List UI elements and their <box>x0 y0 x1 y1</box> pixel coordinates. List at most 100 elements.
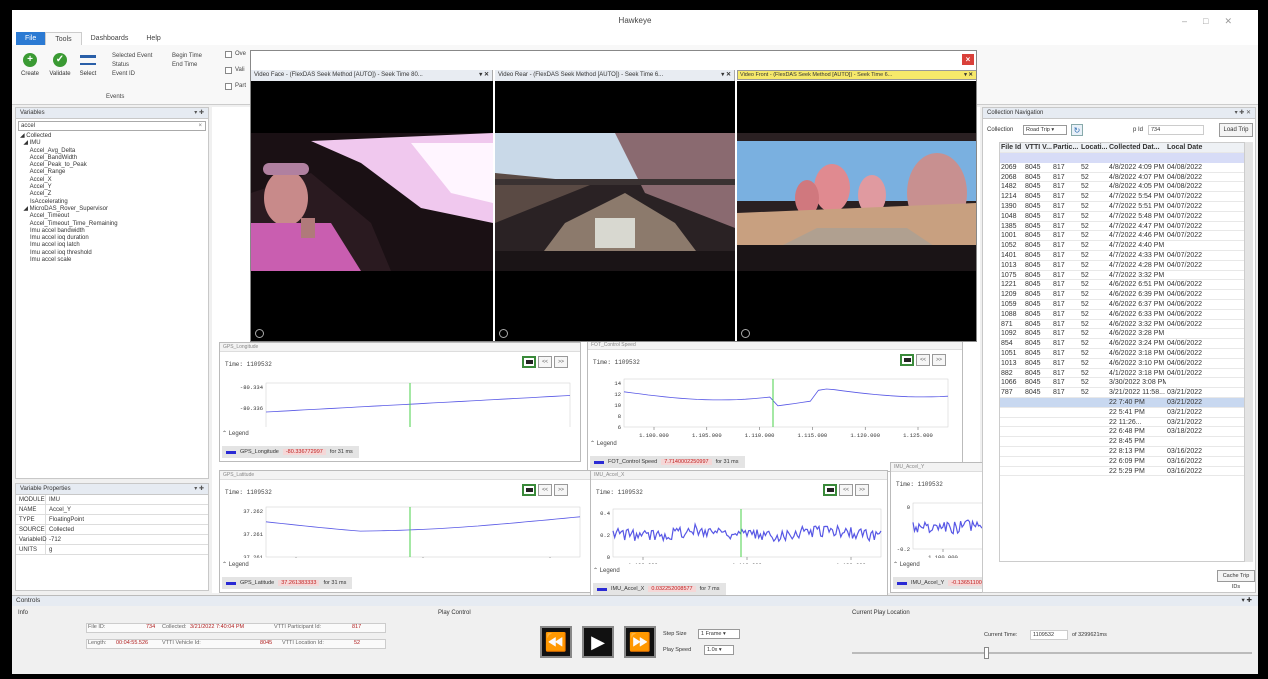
valid-checkbox[interactable] <box>225 67 232 74</box>
table-row[interactable]: 1048 8045 817 52 4/7/2022 5:48 PM 04/07/2022 <box>1000 212 1244 222</box>
chart-plot[interactable]: -80.334-80.336-80.3381,100,0001,110,0001… <box>220 343 581 427</box>
table-row[interactable]: 22 5:29 PM 03/16/2022 <box>1000 467 1244 477</box>
tab-video-rear[interactable]: Video Rear - (FlexDAS Seek Method [AUTO]… <box>495 70 735 81</box>
table-row[interactable]: 2068 8045 817 52 4/8/2022 4:07 PM 04/08/2022 <box>1000 173 1244 183</box>
menu-dashboards[interactable]: Dashboards <box>82 32 138 45</box>
tree-item[interactable]: Accel_Range <box>20 169 208 176</box>
tab-video-face[interactable]: Video Face - (FlexDAS Seek Method [AUTO]… <box>251 70 493 81</box>
table-row[interactable]: 22 6:48 PM 03/18/2022 <box>1000 427 1244 438</box>
grid-filter-row[interactable] <box>1000 152 1244 163</box>
table-row[interactable]: 787 8045 817 52 3/21/2022 11:58... 03/21/2022 <box>1000 388 1244 398</box>
video-rear-pane[interactable] <box>495 81 735 341</box>
table-row[interactable]: 882 8045 817 52 4/1/2022 3:18 PM 04/01/2022 <box>1000 369 1244 379</box>
collection-select[interactable]: Road Trip ▾ <box>1023 125 1067 135</box>
table-row[interactable]: 22 11:26... 03/21/2022 <box>1000 418 1244 428</box>
cache-trip-ids-button[interactable]: Cache Trip IDs <box>1217 570 1255 590</box>
table-row[interactable]: 22 8:13 PM 03/16/2022 <box>1000 447 1244 457</box>
table-row[interactable]: 1482 8045 817 52 4/8/2022 4:05 PM 04/08/2022 <box>1000 182 1244 193</box>
legend-toggle[interactable]: ⌃ Legend <box>893 561 920 568</box>
table-row[interactable]: 22 7:40 PM 03/21/2022 <box>1000 397 1244 408</box>
tree-item[interactable]: Imu accel ioq threshold <box>20 250 208 257</box>
tree-item[interactable]: ◢ Collected <box>20 133 208 140</box>
table-row[interactable]: 1214 8045 817 52 4/7/2022 5:54 PM 04/07/2022 <box>1000 192 1244 202</box>
window-controls[interactable]: –□✕ <box>1182 10 1248 32</box>
property-value[interactable]: Collected <box>46 525 74 534</box>
table-row[interactable]: 2069 8045 817 52 4/8/2022 4:09 PM 04/08/2022 <box>1000 163 1244 173</box>
validate-button[interactable]: ✓ Validate <box>48 53 72 77</box>
legend-toggle[interactable]: ⌃ Legend <box>590 440 617 447</box>
pin-icon[interactable]: ▾ ✚ <box>1241 596 1252 606</box>
table-row[interactable]: 1401 8045 817 52 4/7/2022 4:33 PM 04/07/2022 <box>1000 251 1244 261</box>
table-row[interactable]: 1221 8045 817 52 4/6/2022 6:51 PM 04/06/2022 <box>1000 280 1244 291</box>
tree-item[interactable]: Accel_X <box>20 177 208 184</box>
trip-grid[interactable]: File Id VTTI V... Partic... Locati... Collec… <box>999 142 1245 562</box>
grid-column-header[interactable]: VTTI V... <box>1024 143 1052 152</box>
table-row[interactable]: 1001 8045 817 52 4/7/2022 4:46 PM 04/07/2022 <box>1000 231 1244 242</box>
pin-icon[interactable]: ▾ ✚ ✕ <box>1235 108 1251 119</box>
table-row[interactable]: 1051 8045 817 52 4/6/2022 3:18 PM 04/06/2022 <box>1000 349 1244 359</box>
grid-column-header[interactable]: Partic... <box>1052 143 1080 152</box>
tree-item[interactable]: Accel_Z <box>20 191 208 198</box>
table-row[interactable]: 1075 8045 817 52 4/7/2022 3:32 PM <box>1000 271 1244 281</box>
table-row[interactable]: 22 6:09 PM 03/16/2022 <box>1000 457 1244 467</box>
tree-item[interactable]: IsAccelerating <box>20 199 208 206</box>
menu-help[interactable]: Help <box>137 32 169 45</box>
legend-toggle[interactable]: ⌃ Legend <box>593 567 620 574</box>
table-row[interactable]: 854 8045 817 52 4/6/2022 3:24 PM 04/06/2022 <box>1000 339 1244 349</box>
grid-column-header[interactable]: File Id <box>1000 143 1024 152</box>
tab-close-icon[interactable]: ▾ ✕ <box>721 70 731 81</box>
pid-input[interactable]: 734 <box>1148 125 1204 135</box>
tree-item[interactable]: Accel_Peak_to_Peak <box>20 162 208 169</box>
pin-icon[interactable]: ▾ ✚ <box>194 484 204 495</box>
play-speed-select[interactable]: 1.0x ▾ <box>704 645 734 655</box>
tree-item[interactable]: Imu accel scale <box>20 257 208 264</box>
video-face-pane[interactable] <box>251 81 493 341</box>
table-row[interactable]: 22 5:41 PM 03/21/2022 <box>1000 408 1244 418</box>
grid-column-header[interactable]: Local Date <box>1166 143 1212 152</box>
table-row[interactable]: 1088 8045 817 52 4/6/2022 6:33 PM 04/06/2022 <box>1000 310 1244 320</box>
chart-plot[interactable]: 37.26237.26137.2611,100,0001,110,0001,12… <box>220 471 591 558</box>
tab-video-front[interactable]: Video Front - (FlexDAS Seek Method [AUTO… <box>737 70 976 80</box>
load-trip-button[interactable]: Load Trip <box>1219 123 1253 137</box>
step-size-select[interactable]: 1 Frame ▾ <box>698 629 740 639</box>
play-button[interactable]: ▶ <box>582 626 614 658</box>
video-front-pane[interactable] <box>737 81 976 341</box>
table-row[interactable]: 1059 8045 817 52 4/6/2022 6:37 PM 04/06/2022 <box>1000 300 1244 310</box>
chart-plot[interactable]: 0.4 0.2 0 1,100,000 1,110,000 1,120,000 <box>591 471 888 564</box>
tree-item[interactable]: Imu accel ioq latch <box>20 242 208 249</box>
property-value[interactable]: g <box>46 545 52 554</box>
table-row[interactable]: 1013 8045 817 52 4/6/2022 3:10 PM 04/06/2022 <box>1000 359 1244 369</box>
refresh-icon[interactable]: ↻ <box>1071 124 1083 136</box>
tree-item[interactable]: ◢ MicroDAS_Rover_Supervisor <box>20 206 208 213</box>
timeline-slider-thumb[interactable] <box>984 647 990 659</box>
property-value[interactable]: Accel_Y <box>46 505 71 514</box>
property-value[interactable]: IMU <box>46 495 60 504</box>
fast-forward-button[interactable]: ⏩ <box>624 626 656 658</box>
tree-item[interactable]: ◢ IMU <box>20 140 208 147</box>
grid-column-header[interactable]: Collected Dat... <box>1108 143 1166 152</box>
tab-close-icon[interactable]: ▾ ✕ <box>479 70 489 81</box>
menu-file[interactable]: File <box>16 32 46 45</box>
menu-tools[interactable]: Tools <box>45 32 82 45</box>
tab-close-icon[interactable]: ▾ ✕ <box>964 71 973 79</box>
table-row[interactable]: 1013 8045 817 52 4/7/2022 4:28 PM 04/07/2022 <box>1000 261 1244 271</box>
table-row[interactable]: 1209 8045 817 52 4/6/2022 6:39 PM 04/06/2022 <box>1000 290 1244 300</box>
legend-toggle[interactable]: ⌃ Legend <box>222 430 249 437</box>
variable-search-input[interactable]: accel × <box>18 121 206 131</box>
table-row[interactable]: 1092 8045 817 52 4/6/2022 3:28 PM <box>1000 329 1244 340</box>
table-row[interactable]: 1066 8045 817 52 3/30/2022 3:08 PM <box>1000 378 1244 389</box>
tree-item[interactable]: Accel_Avg_Delta <box>20 148 208 155</box>
variable-tree[interactable]: ◢ Collected ◢ IMU Accel_Avg_Delta Accel_… <box>16 133 208 264</box>
table-row[interactable]: 1390 8045 817 52 4/7/2022 5:51 PM 04/07/2022 <box>1000 202 1244 212</box>
tree-item[interactable]: Accel_Timeout <box>20 213 208 220</box>
tree-item[interactable]: Accel_Y <box>20 184 208 191</box>
rewind-button[interactable]: ⏪ <box>540 626 572 658</box>
table-row[interactable]: 1052 8045 817 52 4/7/2022 4:40 PM <box>1000 241 1244 251</box>
chart-plot[interactable]: 14 12 10 8 6 1,100,000 1,105,000 1,110,000 1,115… <box>588 341 963 437</box>
grid-column-header[interactable]: Locati... <box>1080 143 1108 152</box>
tree-item[interactable]: Accel_Timeout_Time_Remaining <box>20 221 208 228</box>
timeline-track[interactable] <box>852 652 1252 654</box>
create-button[interactable]: + Create <box>18 53 42 77</box>
pin-icon[interactable]: ▾ ✚ <box>194 108 204 119</box>
table-row[interactable]: 22 8:45 PM <box>1000 437 1244 447</box>
